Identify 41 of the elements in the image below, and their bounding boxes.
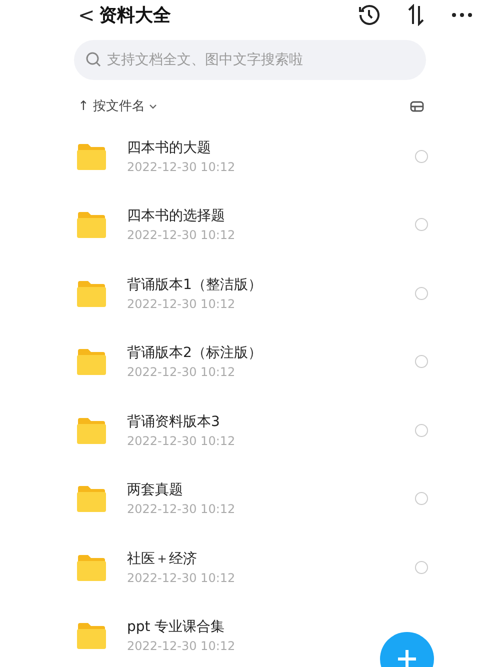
file-date: 2022-12-30 10:12 bbox=[127, 365, 236, 380]
page-title: 资料大全 bbox=[98, 4, 172, 27]
file-date: 2022-12-30 10:12 bbox=[127, 434, 236, 448]
search-field[interactable]: 支持文档全文、图中文字搜索啦 bbox=[74, 40, 426, 80]
folder-icon bbox=[76, 554, 107, 581]
folder-icon bbox=[76, 348, 107, 376]
select-checkbox[interactable] bbox=[415, 492, 428, 506]
folder-icon bbox=[76, 280, 107, 307]
history-icon[interactable] bbox=[358, 4, 380, 26]
select-checkbox[interactable] bbox=[415, 150, 428, 163]
file-name: 背诵版本2（标注版） bbox=[127, 344, 262, 362]
file-name: 背诵资料版本3 bbox=[127, 412, 221, 431]
select-checkbox[interactable] bbox=[415, 218, 428, 232]
folder-icon bbox=[76, 416, 107, 444]
sort-button[interactable]: ↑ 按文件名 bbox=[78, 97, 158, 115]
select-checkbox[interactable] bbox=[415, 286, 428, 300]
file-name: 社医＋经济 bbox=[127, 550, 198, 568]
file-name: 四本书的选择题 bbox=[127, 207, 226, 226]
folder-icon bbox=[76, 211, 107, 238]
plus-icon bbox=[398, 650, 416, 667]
select-checkbox[interactable] bbox=[415, 424, 428, 437]
file-name: ppt 专业课合集 bbox=[127, 618, 226, 636]
file-name: 四本书的大题 bbox=[127, 138, 212, 157]
file-date: 2022-12-30 10:12 bbox=[127, 160, 236, 174]
file-date: 2022-12-30 10:12 bbox=[127, 502, 236, 516]
folder-icon bbox=[76, 142, 107, 170]
file-date: 2022-12-30 10:12 bbox=[127, 296, 236, 311]
more-icon[interactable] bbox=[452, 13, 472, 17]
sort-icon[interactable] bbox=[406, 4, 426, 26]
back-button[interactable]: < bbox=[78, 3, 95, 27]
folder-icon bbox=[76, 485, 107, 512]
view-toggle-icon[interactable] bbox=[410, 100, 424, 112]
file-date: 2022-12-30 10:12 bbox=[127, 228, 236, 242]
file-name: 背诵版本1（整洁版） bbox=[127, 276, 262, 294]
file-name: 两套真题 bbox=[127, 481, 184, 500]
select-checkbox[interactable] bbox=[415, 355, 428, 368]
caret-icon bbox=[149, 104, 158, 108]
folder-icon bbox=[76, 622, 107, 650]
file-date: 2022-12-30 10:12 bbox=[127, 639, 236, 654]
select-checkbox[interactable] bbox=[415, 560, 428, 574]
file-date: 2022-12-30 10:12 bbox=[127, 570, 236, 585]
